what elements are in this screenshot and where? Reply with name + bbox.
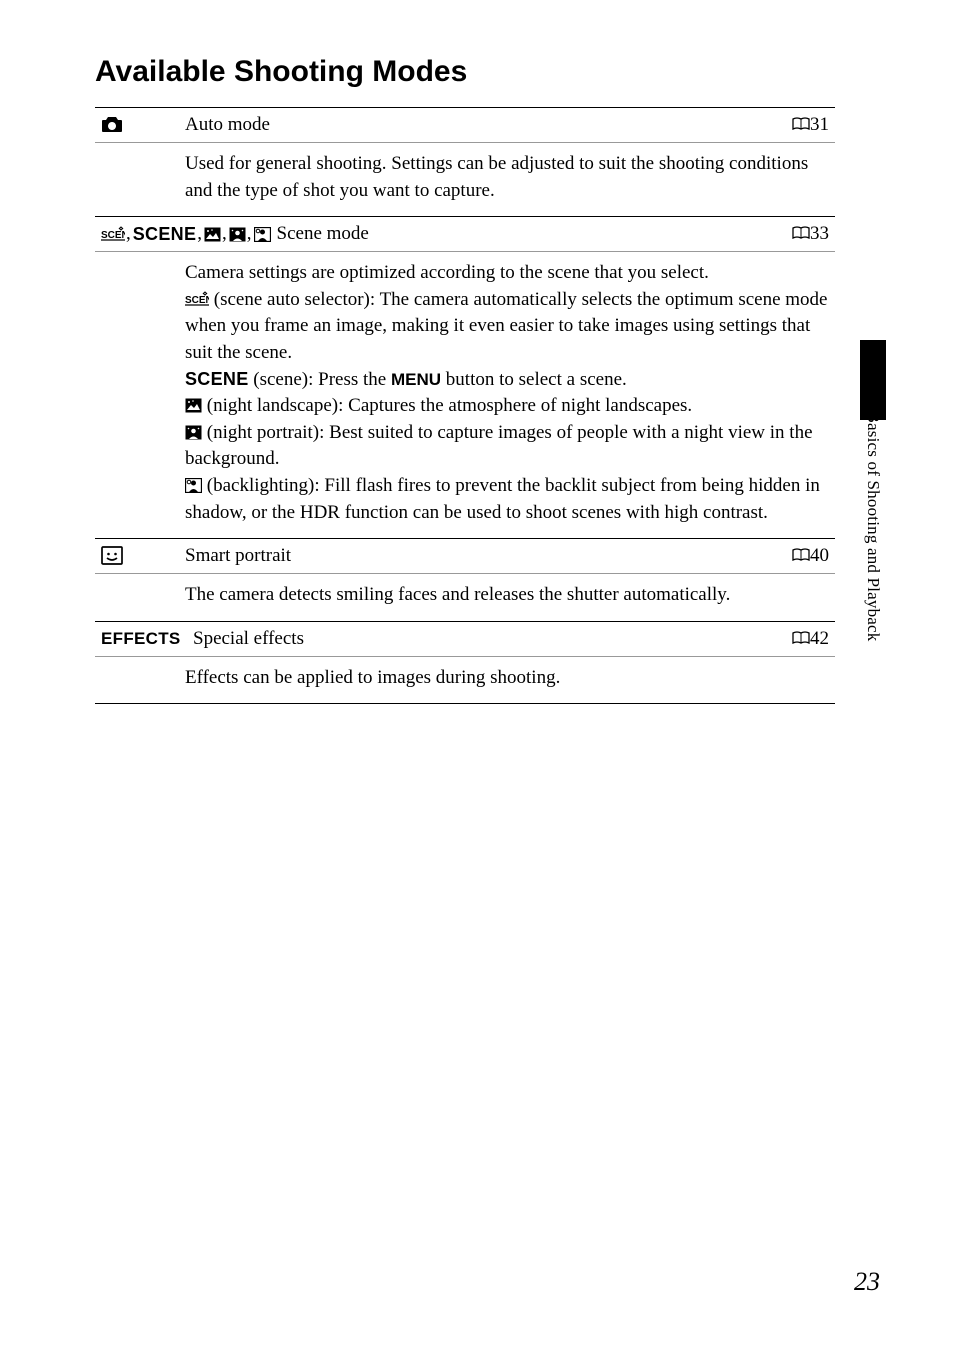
mode-name-smart-portrait: Smart portrait [185, 545, 792, 567]
menu-word: MENU [391, 370, 441, 389]
backlighting-icon-inline [185, 478, 202, 493]
scene-auto-desc: (scene auto selector): The camera automa… [185, 289, 827, 363]
scene-word-inline: SCENE [185, 369, 249, 389]
scene-line1: Camera settings are optimized according … [185, 262, 709, 283]
scene-icons-group: SCENE, SCENE, , , Scene mode [95, 223, 369, 245]
mode-body-smart-portrait: The camera detects smiling faces and rel… [95, 574, 835, 621]
page-ref-auto: 31 [792, 114, 835, 136]
night-portrait-icon-inline [185, 425, 202, 440]
backlighting-icon [254, 227, 271, 242]
page-ref-scene: 33 [792, 223, 835, 245]
mode-name-scene: Scene mode [277, 223, 369, 245]
ref-number: 42 [810, 628, 829, 649]
effects-desc: Effects can be applied to images during … [185, 667, 560, 688]
camera-icon [95, 114, 185, 136]
mode-body-scene: Camera settings are optimized according … [95, 252, 835, 538]
section-label: The Basics of Shooting and Playback [863, 380, 883, 642]
scene-auto-icon-inline: SCENE [185, 291, 209, 307]
night-landscape-icon [204, 227, 221, 242]
night-landscape-icon-inline [185, 398, 202, 413]
ref-number: 31 [810, 114, 829, 135]
smart-portrait-icon [95, 545, 185, 567]
night-landscape-desc: (night landscape): Captures the atmosphe… [202, 395, 692, 416]
mode-row-smart-portrait: Smart portrait 40 [95, 538, 835, 574]
mode-body-auto: Used for general shooting. Settings can … [95, 143, 835, 216]
night-portrait-desc: (night portrait): Best suited to capture… [185, 422, 813, 470]
mode-body-effects: Effects can be applied to images during … [95, 657, 835, 705]
page-ref-effects: 42 [792, 628, 835, 650]
mode-row-effects: EFFECTS Special effects 42 [95, 621, 835, 657]
mode-row-scene: SCENE, SCENE, , , Scene mode 33 [95, 216, 835, 252]
scene-auto-icon: SCENE [101, 226, 125, 242]
page-title: Available Shooting Modes [95, 55, 884, 89]
mode-name-effects: Special effects [185, 628, 792, 650]
page-ref-smart-portrait: 40 [792, 545, 835, 567]
ref-number: 33 [810, 223, 829, 244]
smart-portrait-desc: The camera detects smiling faces and rel… [185, 584, 730, 605]
mode-row-auto: Auto mode 31 [95, 107, 835, 143]
effects-icon: EFFECTS [95, 628, 185, 650]
scene-press: (scene): Press the [249, 369, 391, 390]
night-portrait-icon [229, 227, 246, 242]
page-number: 23 [854, 1267, 880, 1297]
scene-word-icon: SCENE [133, 224, 197, 245]
auto-desc: Used for general shooting. Settings can … [185, 153, 808, 201]
scene-select: button to select a scene. [441, 369, 627, 390]
modes-table: Auto mode 31 Used for general shooting. … [95, 107, 835, 704]
mode-name-auto: Auto mode [185, 114, 792, 136]
ref-number: 40 [810, 545, 829, 566]
backlighting-desc: (backlighting): Fill flash fires to prev… [185, 475, 820, 523]
